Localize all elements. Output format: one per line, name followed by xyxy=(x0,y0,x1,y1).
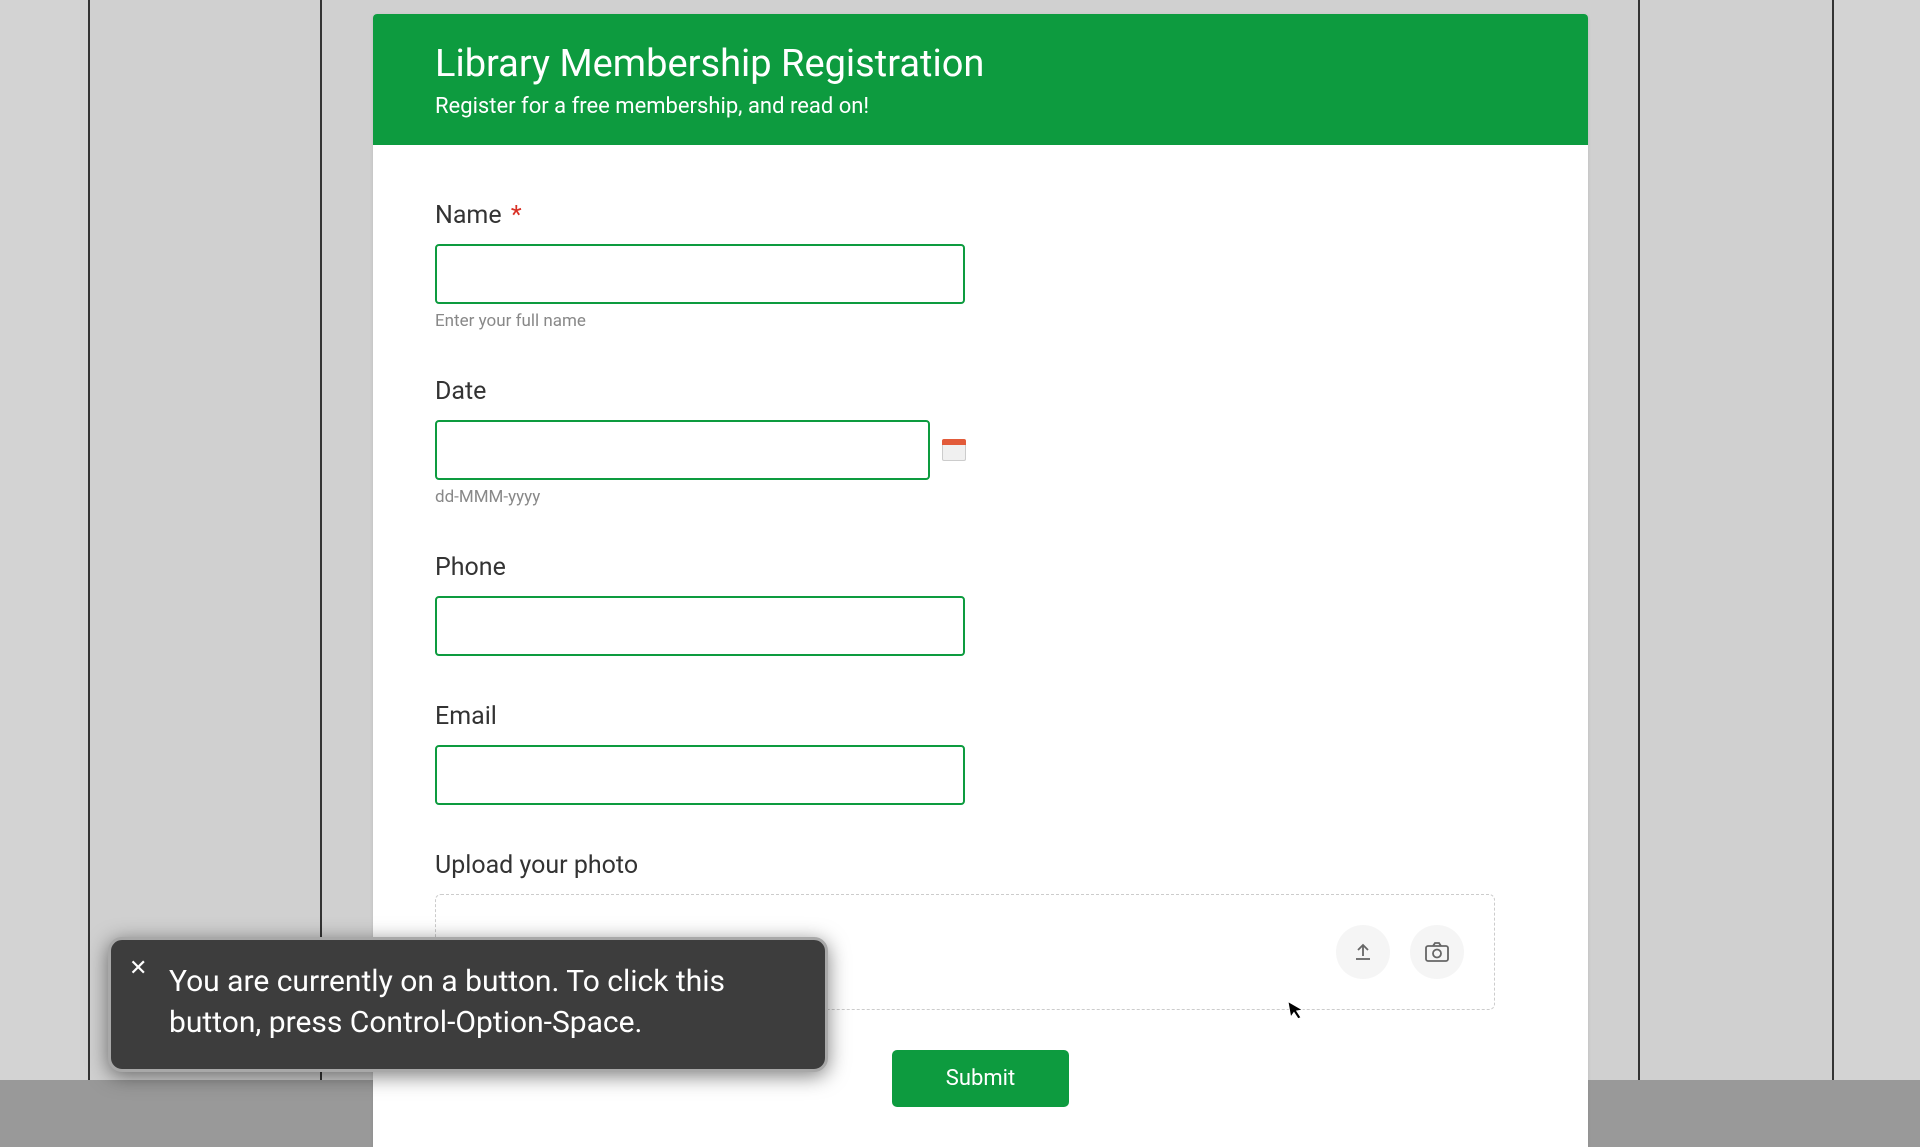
left-gutter xyxy=(0,0,88,1080)
name-label-text: Name xyxy=(435,201,502,230)
voiceover-close-button[interactable]: ✕ xyxy=(129,958,147,980)
page-border-left xyxy=(88,0,90,1080)
voiceover-tooltip: ✕ You are currently on a button. To clic… xyxy=(108,937,828,1072)
form-header: Library Membership Registration Register… xyxy=(373,14,1588,145)
date-field-group: Date dd-MMM-yyyy xyxy=(435,377,1526,507)
inner-border-right xyxy=(1638,0,1640,1080)
name-label: Name * xyxy=(435,201,1526,230)
camera-icon-button[interactable] xyxy=(1410,925,1464,979)
email-input[interactable] xyxy=(435,745,965,805)
phone-label: Phone xyxy=(435,553,1526,582)
voiceover-text: You are currently on a button. To click … xyxy=(169,962,797,1043)
required-star: * xyxy=(511,201,522,230)
submit-button[interactable]: Submit xyxy=(892,1050,1069,1107)
camera-icon xyxy=(1424,940,1450,964)
upload-label: Upload your photo xyxy=(435,851,1526,880)
form-subtitle: Register for a free membership, and read… xyxy=(435,94,1526,119)
phone-field-group: Phone xyxy=(435,553,1526,656)
page-border-right xyxy=(1832,0,1834,1080)
name-helper-text: Enter your full name xyxy=(435,311,1526,331)
right-gutter xyxy=(1834,0,1920,1080)
upload-icon xyxy=(1351,940,1375,964)
calendar-icon[interactable] xyxy=(942,439,966,461)
phone-input[interactable] xyxy=(435,596,965,656)
name-field-group: Name * Enter your full name xyxy=(435,201,1526,331)
date-label: Date xyxy=(435,377,1526,406)
date-input[interactable] xyxy=(435,420,930,480)
upload-icon-button[interactable] xyxy=(1336,925,1390,979)
date-helper-text: dd-MMM-yyyy xyxy=(435,487,1526,507)
email-label: Email xyxy=(435,702,1526,731)
form-title: Library Membership Registration xyxy=(435,42,1526,86)
name-input[interactable] xyxy=(435,244,965,304)
email-field-group: Email xyxy=(435,702,1526,805)
